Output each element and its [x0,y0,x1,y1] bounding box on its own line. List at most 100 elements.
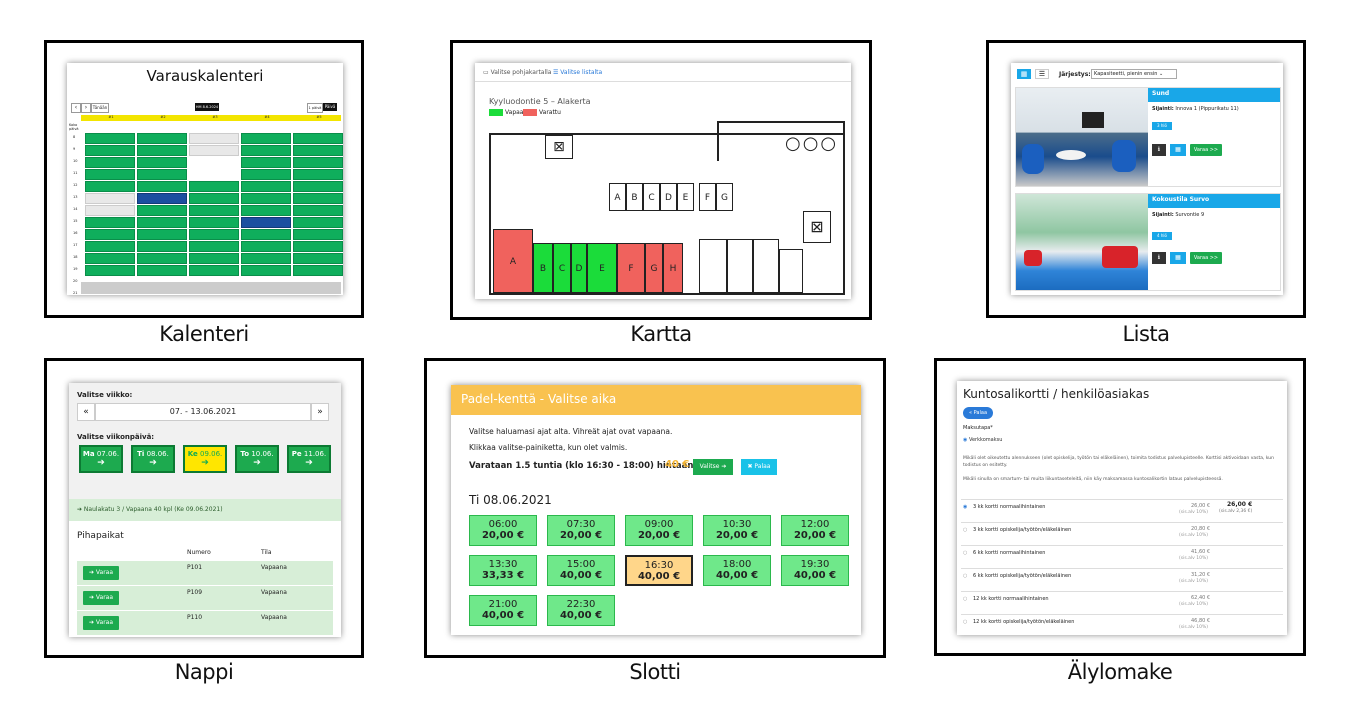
weekday-button-ma[interactable]: Ma 07.06. ➔ [79,445,123,473]
calendar-slot[interactable] [137,217,187,228]
tab-map[interactable]: ▭ Valitse pohjakartalla [483,69,551,76]
time-slot[interactable]: 09:00 20,00 € [625,515,693,546]
calendar-slot[interactable] [137,157,187,168]
time-slot[interactable]: 12:00 20,00 € [781,515,849,546]
calendar-slot[interactable] [85,193,135,204]
weekday-button-ti[interactable]: Ti 08.06. ➔ [131,445,175,473]
calendar-button-2[interactable]: ▦ [1170,252,1186,264]
option-radio[interactable]: ○ [963,573,967,579]
calendar-slot[interactable] [293,265,343,276]
floor-plan[interactable]: ⊠ ⊠ ○○○ ABCDEFG ABCDEFGH [489,121,845,295]
product-option[interactable]: ○ 3 kk kortti opiskelija/työtön/eläkeläin… [961,522,1283,545]
product-option[interactable]: ○ 6 kk kortti normaalihintainen 41,60 € (si… [961,545,1283,568]
list-view-icon[interactable]: ☰ [1035,69,1049,79]
calendar-slot[interactable] [189,205,239,216]
calendar-slot[interactable] [189,193,239,204]
book-button-2[interactable]: Varaa >> [1190,252,1222,264]
pay-radio[interactable]: ◉ Verkkomaksu [963,437,1002,443]
calendar-slot[interactable] [85,145,135,156]
calendar-slot[interactable] [85,253,135,264]
weekday-button-ke[interactable]: Ke 09.06. ➔ [183,445,227,473]
calendar-slot[interactable] [85,157,135,168]
calendar-slot[interactable] [85,241,135,252]
map-room-d[interactable]: D [571,243,587,293]
calendar-slot[interactable] [241,205,291,216]
option-radio[interactable]: ○ [963,527,967,533]
calendar-slot[interactable] [189,217,239,228]
calendar-slot[interactable] [241,265,291,276]
book-button-1[interactable]: Varaa >> [1190,144,1222,156]
calendar-slot[interactable] [137,169,187,180]
time-slot[interactable]: 18:00 40,00 € [703,555,771,586]
calendar-slot[interactable] [85,181,135,192]
calendar-slot[interactable] [137,205,187,216]
calendar-slot[interactable] [137,145,187,156]
option-radio[interactable]: ◉ [963,504,967,510]
calendar-slot[interactable] [137,133,187,144]
book-button[interactable]: ➔ Varaa [83,616,119,630]
calendar-slot[interactable] [241,181,291,192]
week-next-button[interactable]: » [311,403,329,421]
calendar-slot[interactable] [85,205,135,216]
calendar-slot[interactable] [293,145,343,156]
time-slot[interactable]: 16:30 40,00 € [625,555,693,586]
calendar-slot[interactable] [293,169,343,180]
weekday-button-to[interactable]: To 10.06. ➔ [235,445,279,473]
calendar-button-1[interactable]: ▦ [1170,144,1186,156]
calendar-slot[interactable] [189,265,239,276]
calendar-slot[interactable] [189,241,239,252]
calendar-slot[interactable] [293,181,343,192]
map-room-b[interactable]: B [533,243,553,293]
info-button-1[interactable]: ℹ [1152,144,1166,156]
calendar-slot[interactable] [241,241,291,252]
room-name-2[interactable]: Kokoustila Survo [1148,194,1280,208]
calendar-slot[interactable] [241,157,291,168]
time-slot[interactable]: 07:30 20,00 € [547,515,615,546]
calendar-slot[interactable] [293,229,343,240]
calendar-slot[interactable] [189,145,239,156]
calendar-slot[interactable] [189,133,239,144]
map-room-e[interactable]: E [587,243,617,293]
info-button-2[interactable]: ℹ [1152,252,1166,264]
tab-list[interactable]: ☰ Valitse listalta [553,69,602,76]
calendar-slot[interactable] [293,217,343,228]
calendar-slot[interactable] [137,253,187,264]
map-room-g[interactable]: G [645,243,663,293]
calendar-slot[interactable] [85,169,135,180]
product-option[interactable]: ○ 12 kk kortti normaalihintainen 62,40 € (s… [961,591,1283,614]
sort-select[interactable]: Kapasiteetti, pienin ensin ⌄ [1091,69,1177,79]
calendar-slot[interactable] [241,229,291,240]
calendar-slot[interactable] [85,229,135,240]
back-button[interactable]: ✖ Palaa [741,459,777,475]
calendar-slot[interactable] [241,145,291,156]
calendar-slot[interactable] [293,157,343,168]
day-view-button[interactable]: Päivä [323,103,337,111]
calendar-slot[interactable] [189,229,239,240]
map-room-a[interactable]: A [493,229,533,293]
product-option[interactable]: ○ 6 kk kortti opiskelija/työtön/eläkeläin… [961,568,1283,591]
today-button[interactable]: Tänään [91,103,109,113]
room-name-1[interactable]: Sund [1148,88,1280,102]
map-room-h[interactable]: H [663,243,683,293]
calendar-slot[interactable] [241,133,291,144]
calendar-slot[interactable] [241,193,291,204]
calendar-slot[interactable] [85,217,135,228]
calendar-slot[interactable] [137,193,187,204]
grid-view-icon[interactable]: ▦ [1017,69,1031,79]
option-radio[interactable]: ○ [963,596,967,602]
week-prev-button[interactable]: « [77,403,95,421]
calendar-slot[interactable] [137,229,187,240]
calendar-slot[interactable] [85,265,135,276]
calendar-slot[interactable] [241,169,291,180]
calendar-slot[interactable] [293,205,343,216]
calendar-slot[interactable] [293,241,343,252]
period-button[interactable]: 1 päivä [307,103,323,113]
time-slot[interactable]: 10:30 20,00 € [703,515,771,546]
calendar-slot[interactable] [293,133,343,144]
time-slot[interactable]: 21:00 40,00 € [469,595,537,626]
option-radio[interactable]: ○ [963,619,967,625]
option-radio[interactable]: ○ [963,550,967,556]
calendar-slot[interactable] [241,217,291,228]
week-field[interactable]: 07. - 13.06.2021 [95,403,311,421]
calendar-slot[interactable] [293,253,343,264]
